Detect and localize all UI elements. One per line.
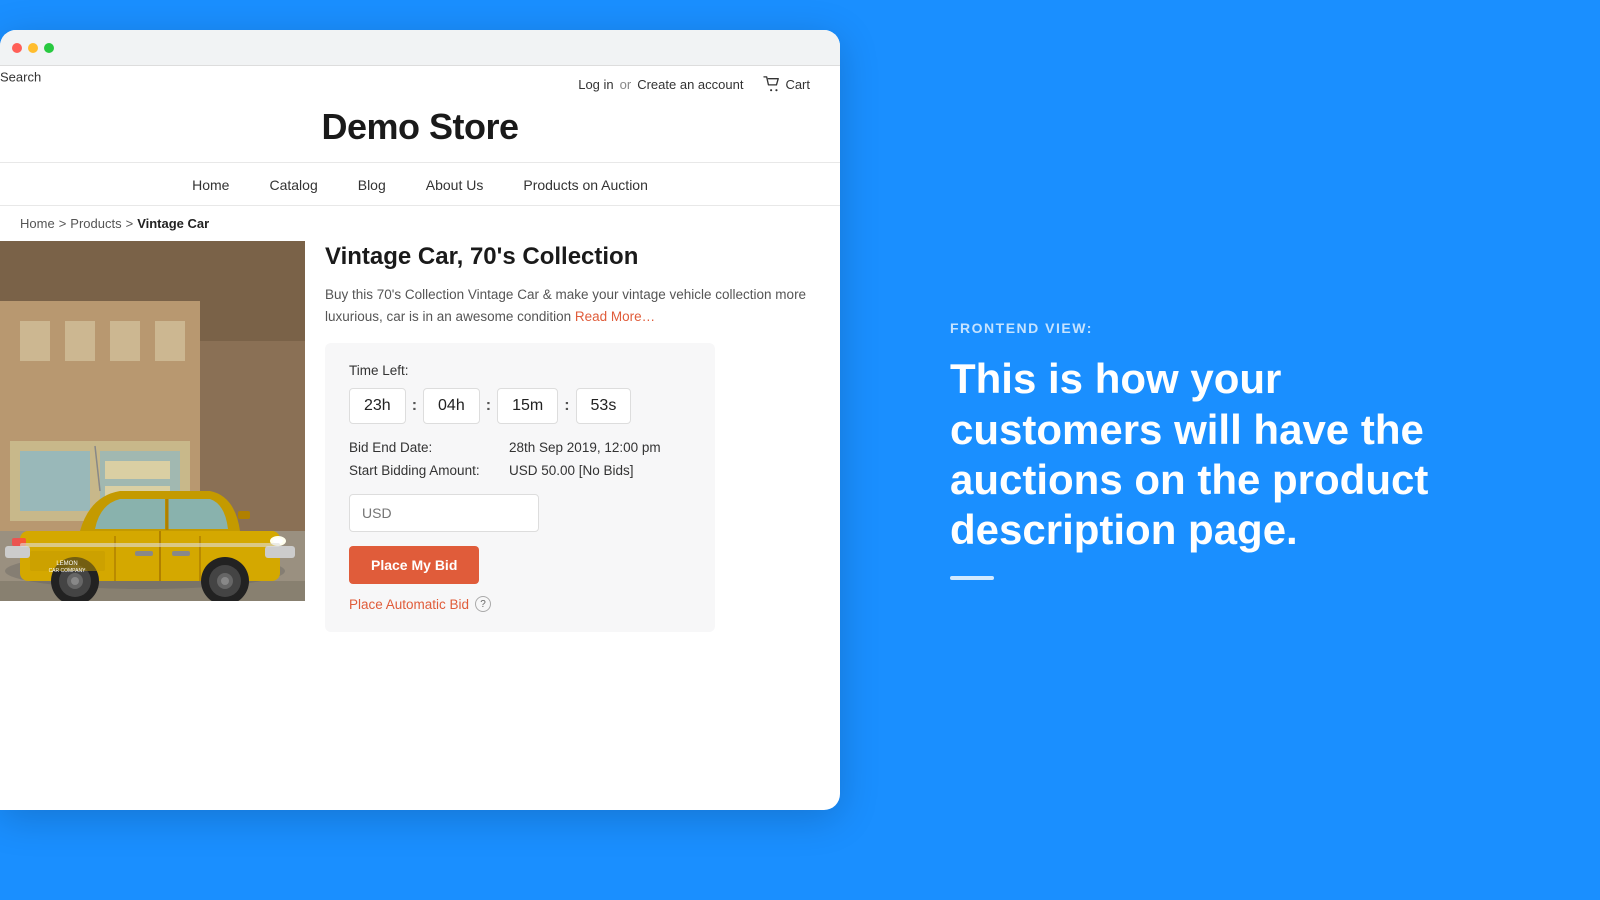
product-area: LEMON CAR COMPANY Vintage Car, 70's Coll… <box>0 241 840 652</box>
product-image-container: LEMON CAR COMPANY <box>0 241 305 601</box>
cart-icon <box>763 76 781 92</box>
timer-seconds: 15m <box>497 388 558 424</box>
timer-ms: 53s <box>576 388 632 424</box>
frontend-label: FRONTEND VIEW: <box>950 320 1540 336</box>
right-panel: FRONTEND VIEW: This is how your customer… <box>870 0 1600 900</box>
browser-dot-red <box>12 43 22 53</box>
auto-bid-link[interactable]: Place Automatic Bid <box>349 597 469 612</box>
product-image: LEMON CAR COMPANY <box>0 241 305 601</box>
svg-text:CAR COMPANY: CAR COMPANY <box>49 568 87 574</box>
bid-input[interactable] <box>349 494 539 532</box>
nav-blog[interactable]: Blog <box>358 177 386 193</box>
nav-catalog[interactable]: Catalog <box>269 177 317 193</box>
start-bid-label: Start Bidding Amount: <box>349 463 509 478</box>
or-text: or <box>620 77 632 92</box>
store-header: Demo Store <box>0 98 840 163</box>
place-bid-button[interactable]: Place My Bid <box>349 546 479 584</box>
breadcrumb-home[interactable]: Home <box>20 216 55 231</box>
heading-line3: auctions on the product <box>950 456 1428 503</box>
cart-area[interactable]: Cart <box>763 76 810 92</box>
frontend-heading: This is how your customers will have the… <box>950 354 1540 556</box>
cart-label: Cart <box>785 77 810 92</box>
store-title: Demo Store <box>0 106 840 148</box>
bid-input-wrap <box>349 494 691 532</box>
login-link[interactable]: Log in <box>578 77 613 92</box>
heading-line2: customers will have the <box>950 406 1424 453</box>
timer-row: 23h : 04h : 15m : 53s <box>349 388 691 424</box>
auction-details: Bid End Date: 28th Sep 2019, 12:00 pm St… <box>349 440 691 478</box>
bid-end-value: 28th Sep 2019, 12:00 pm <box>509 440 691 455</box>
nav-about[interactable]: About Us <box>426 177 484 193</box>
heading-line4: description page. <box>950 506 1298 553</box>
auction-box: Time Left: 23h : 04h : 15m : 53s <box>325 343 715 632</box>
svg-text:LEMON: LEMON <box>56 561 77 567</box>
search-label[interactable]: Search <box>0 69 41 84</box>
browser-panel: Search Log in or Create an account Cart <box>0 0 870 900</box>
time-left-label: Time Left: <box>349 363 691 378</box>
product-info: Vintage Car, 70's Collection Buy this 70… <box>305 241 820 632</box>
help-icon[interactable]: ? <box>475 596 491 612</box>
create-account-link[interactable]: Create an account <box>637 77 743 92</box>
read-more-link[interactable]: Read More… <box>575 309 655 324</box>
nav-auction[interactable]: Products on Auction <box>523 177 648 193</box>
nav-home[interactable]: Home <box>192 177 229 193</box>
heading-underline <box>950 576 994 580</box>
timer-sep-2: : <box>484 397 493 415</box>
timer-minutes: 04h <box>423 388 480 424</box>
browser-dot-yellow <box>28 43 38 53</box>
bid-end-label: Bid End Date: <box>349 440 509 455</box>
store-content: Search Log in or Create an account Cart <box>0 66 840 652</box>
start-bid-value: USD 50.00 [No Bids] <box>509 463 691 478</box>
browser-chrome <box>0 30 840 66</box>
product-description: Buy this 70's Collection Vintage Car & m… <box>325 284 820 327</box>
breadcrumb: Home > Products > Vintage Car <box>0 206 840 241</box>
browser-dot-green <box>44 43 54 53</box>
breadcrumb-sep2: > <box>126 216 134 231</box>
timer-sep-1: : <box>410 397 419 415</box>
browser-window: Search Log in or Create an account Cart <box>0 30 840 810</box>
breadcrumb-current: Vintage Car <box>137 216 209 231</box>
heading-line1: This is how your <box>950 355 1281 402</box>
store-nav: Home Catalog Blog About Us Products on A… <box>0 163 840 206</box>
breadcrumb-products[interactable]: Products <box>70 216 121 231</box>
timer-sep-3: : <box>562 397 571 415</box>
breadcrumb-sep1: > <box>59 216 67 231</box>
timer-hours: 23h <box>349 388 406 424</box>
product-title: Vintage Car, 70's Collection <box>325 241 820 272</box>
auto-bid-row: Place Automatic Bid ? <box>349 596 691 612</box>
